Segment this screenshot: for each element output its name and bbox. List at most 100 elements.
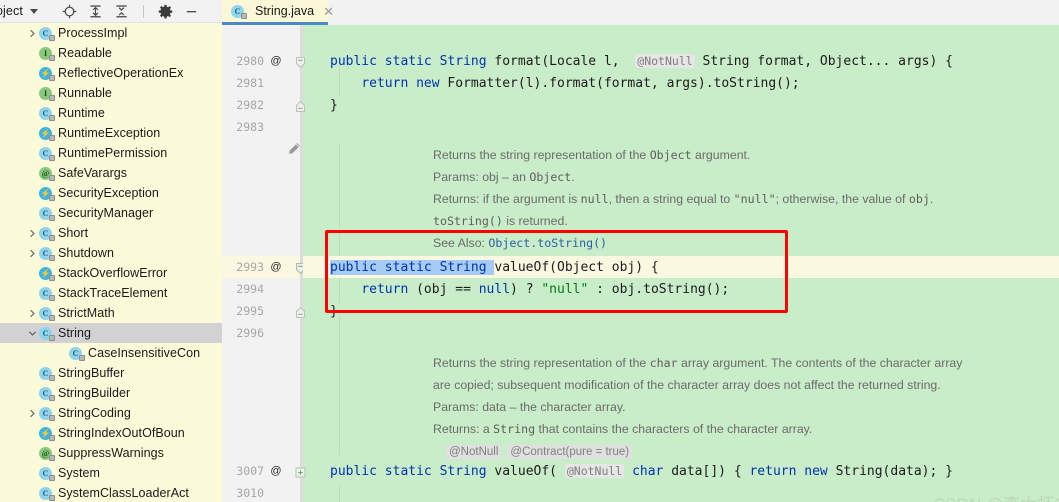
- tree-item-systemclassloaderact[interactable]: C SystemClassLoaderAct: [0, 483, 222, 502]
- tree-item-stringindexoutofboun[interactable]: ⚡ StringIndexOutOfBoun: [0, 423, 222, 443]
- tree-item-runtimepermission[interactable]: C RuntimePermission: [0, 143, 222, 163]
- line-number: 2995: [236, 304, 264, 318]
- gutter-line-3010[interactable]: 3010: [222, 482, 303, 502]
- indent-guide: [339, 315, 340, 455]
- javadoc-link[interactable]: Object.toString(): [488, 236, 607, 250]
- chevron-right-icon[interactable]: [26, 303, 39, 323]
- inlay-annotation[interactable]: @NotNull: [446, 445, 502, 459]
- interface-icon: I: [39, 86, 55, 101]
- chevron-right-icon[interactable]: [26, 23, 39, 43]
- tree-item-short[interactable]: C Short: [0, 223, 222, 243]
- gutter-line-2983[interactable]: 2983: [222, 116, 303, 138]
- tree-item-label: SuppressWarnings: [58, 446, 164, 460]
- collapse-all-icon[interactable]: [114, 4, 129, 19]
- code-line[interactable]: }: [303, 94, 1059, 116]
- tree-item-stringcoding[interactable]: C StringCoding: [0, 403, 222, 423]
- project-tree[interactable]: C ProcessImpl I Readable ⚡ ReflectiveOperatio…: [0, 23, 222, 502]
- tree-item-processimpl[interactable]: C ProcessImpl: [0, 23, 222, 43]
- code-editor[interactable]: 2980 @2981 2982 2983 2993 @ 2994 2995 2996 3007 @3…: [222, 25, 1059, 502]
- class-icon: C: [39, 286, 55, 301]
- tree-item-label: StackTraceElement: [58, 286, 168, 300]
- tree-item-label: StringBuffer: [58, 366, 125, 380]
- code-token: }: [330, 97, 338, 113]
- code-content[interactable]: public static String format(Locale l, @N…: [303, 25, 1059, 502]
- tree-item-system[interactable]: C System: [0, 463, 222, 483]
- inlay-annotation-row: @NotNull @Contract(pure = true): [446, 444, 638, 459]
- editor-tab-bar: C String.java ✕: [222, 0, 1059, 25]
- javadoc-line: Returns the string representation of the…: [433, 356, 962, 370]
- tree-item-stacktraceelement[interactable]: C StackTraceElement: [0, 283, 222, 303]
- code-line[interactable]: public static String valueOf(Object obj)…: [303, 256, 1059, 278]
- java-class-icon: C: [231, 4, 247, 19]
- gutter-line-2994[interactable]: 2994: [222, 278, 303, 300]
- code-token: valueOf(Object obj) {: [494, 259, 659, 275]
- annotation-gutter-icon[interactable]: @: [266, 261, 286, 273]
- tree-item-suppresswarnings[interactable]: @ SuppressWarnings: [0, 443, 222, 463]
- tree-item-safevarargs[interactable]: @ SafeVarargs: [0, 163, 222, 183]
- project-toolbar: oject: [0, 0, 222, 23]
- javadoc-text: String: [493, 422, 536, 436]
- code-line[interactable]: return new Formatter(l).format(format, a…: [303, 72, 1059, 94]
- chevron-right-icon[interactable]: [26, 223, 39, 243]
- tree-item-runnable[interactable]: I Runnable: [0, 83, 222, 103]
- tree-item-securityexception[interactable]: ⚡ SecurityException: [0, 183, 222, 203]
- tree-item-label: Short: [58, 226, 89, 240]
- close-icon[interactable]: ✕: [323, 5, 334, 18]
- class-icon: C: [39, 406, 55, 421]
- tree-item-reflectiveoperationex[interactable]: ⚡ ReflectiveOperationEx: [0, 63, 222, 83]
- settings-gear-icon[interactable]: [158, 4, 173, 19]
- tree-item-stringbuffer[interactable]: C StringBuffer: [0, 363, 222, 383]
- class-icon: C: [39, 26, 55, 41]
- gutter-line-2993[interactable]: 2993 @: [222, 256, 303, 278]
- line-number: 2994: [236, 282, 264, 296]
- gutter-line-2982[interactable]: 2982: [222, 94, 303, 116]
- tree-item-caseinsensitivecon[interactable]: C CaseInsensitiveCon: [0, 343, 222, 363]
- tree-item-securitymanager[interactable]: C SecurityManager: [0, 203, 222, 223]
- chevron-down-icon[interactable]: [26, 323, 39, 343]
- tree-item-runtime[interactable]: C Runtime: [0, 103, 222, 123]
- code-token: String(data); }: [835, 463, 953, 479]
- tree-item-runtimeexception[interactable]: ⚡ RuntimeException: [0, 123, 222, 143]
- tree-item-shutdown[interactable]: C Shutdown: [0, 243, 222, 263]
- javadoc-text: .: [929, 192, 934, 206]
- indent-guide: [339, 485, 340, 502]
- tree-item-stackoverflowerror[interactable]: ⚡ StackOverflowError: [0, 263, 222, 283]
- locate-target-icon[interactable]: [62, 4, 77, 19]
- class-icon: C: [39, 366, 55, 381]
- javadoc-text: Returns the string representation of the: [433, 148, 650, 162]
- minimize-icon[interactable]: [184, 4, 199, 19]
- gutter-line-2996[interactable]: 2996: [222, 322, 303, 344]
- tree-item-label: Shutdown: [58, 246, 114, 260]
- chevron-down-icon[interactable]: [29, 8, 38, 14]
- gutter-line-3007[interactable]: 3007 @: [222, 460, 303, 482]
- gutter-line-2981[interactable]: 2981: [222, 72, 303, 94]
- code-token: format(Locale l,: [494, 53, 636, 69]
- editor-gutter[interactable]: 2980 @2981 2982 2983 2993 @ 2994 2995 2996 3007 @3…: [222, 25, 306, 502]
- tree-item-strictmath[interactable]: C StrictMath: [0, 303, 222, 323]
- code-line[interactable]: }: [303, 300, 1059, 322]
- code-line[interactable]: public static String format(Locale l, @N…: [303, 50, 1059, 72]
- code-line[interactable]: public static String valueOf( @NotNull c…: [303, 460, 1059, 482]
- tab-string-java[interactable]: C String.java ✕: [222, 0, 334, 25]
- tree-item-readable[interactable]: I Readable: [0, 43, 222, 63]
- inlay-annotation[interactable]: @Contract(pure = true): [507, 445, 633, 459]
- tree-item-stringbuilder[interactable]: C StringBuilder: [0, 383, 222, 403]
- gutter-line-2980[interactable]: 2980 @: [222, 50, 303, 72]
- gutter-line-2995[interactable]: 2995: [222, 300, 303, 322]
- chevron-right-icon[interactable]: [26, 403, 39, 423]
- interface-icon: I: [39, 46, 55, 61]
- code-line[interactable]: return (obj == null) ? "null" : obj.toSt…: [303, 278, 1059, 300]
- annotation-gutter-icon[interactable]: @: [266, 55, 286, 67]
- class-icon: C: [39, 486, 55, 501]
- tree-item-label: StringIndexOutOfBoun: [58, 426, 185, 440]
- tree-item-string[interactable]: C String: [0, 323, 222, 343]
- exception-icon: ⚡: [39, 66, 55, 81]
- edit-pencil-icon[interactable]: [286, 141, 302, 157]
- exception-icon: ⚡: [39, 266, 55, 281]
- annotation-gutter-icon[interactable]: @: [266, 465, 286, 477]
- tree-item-label: SecurityException: [58, 186, 159, 200]
- expand-all-icon[interactable]: [88, 4, 103, 19]
- chevron-right-icon[interactable]: [26, 243, 39, 263]
